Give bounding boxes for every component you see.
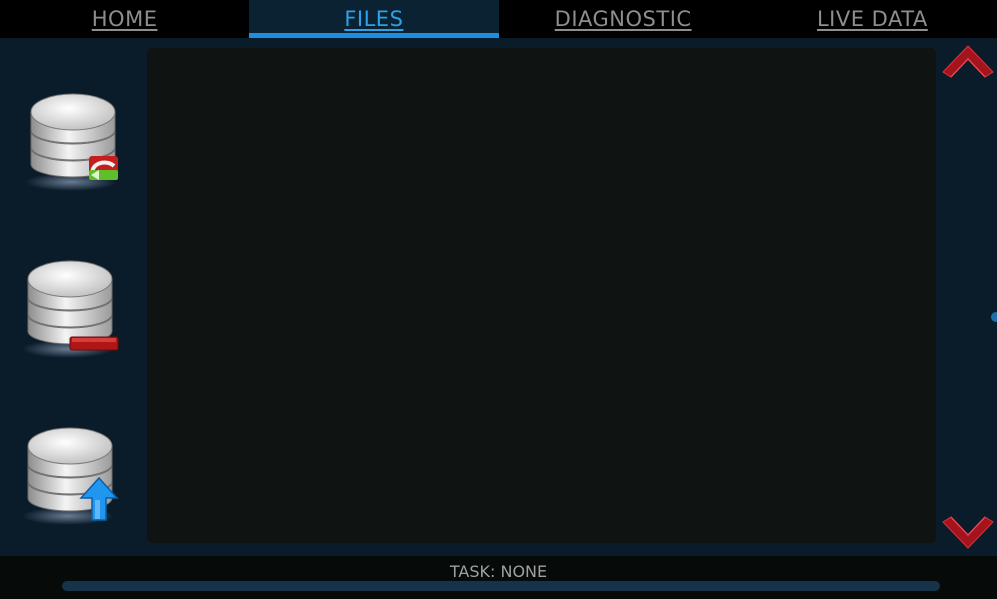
- tab-diagnostic[interactable]: DIAGNOSTIC: [499, 0, 748, 38]
- scroll-up-button[interactable]: [940, 40, 996, 80]
- tab-home[interactable]: HOME: [0, 0, 249, 38]
- database-remove-icon: [22, 260, 119, 358]
- chevron-up-icon: [942, 45, 994, 78]
- task-progress-bar: [62, 581, 940, 591]
- tab-live-data[interactable]: LIVE DATA: [748, 0, 997, 38]
- sidebar: [0, 38, 145, 556]
- tab-files[interactable]: FILES: [249, 0, 499, 38]
- database-remove-button[interactable]: [16, 253, 126, 363]
- chevron-down-icon: [942, 516, 994, 549]
- scroll-down-button[interactable]: [940, 514, 996, 554]
- database-upload-icon: [22, 427, 119, 525]
- file-list-panel[interactable]: [147, 48, 936, 543]
- database-sync-button[interactable]: [19, 86, 129, 196]
- database-upload-button[interactable]: [16, 420, 126, 530]
- status-bar: TASK: NONE: [0, 556, 997, 599]
- top-nav-bar: HOME FILES DIAGNOSTIC LIVE DATA: [0, 0, 997, 38]
- database-sync-icon: [25, 93, 118, 191]
- scroll-indicator: [991, 312, 997, 322]
- task-status-text: TASK: NONE: [449, 562, 548, 581]
